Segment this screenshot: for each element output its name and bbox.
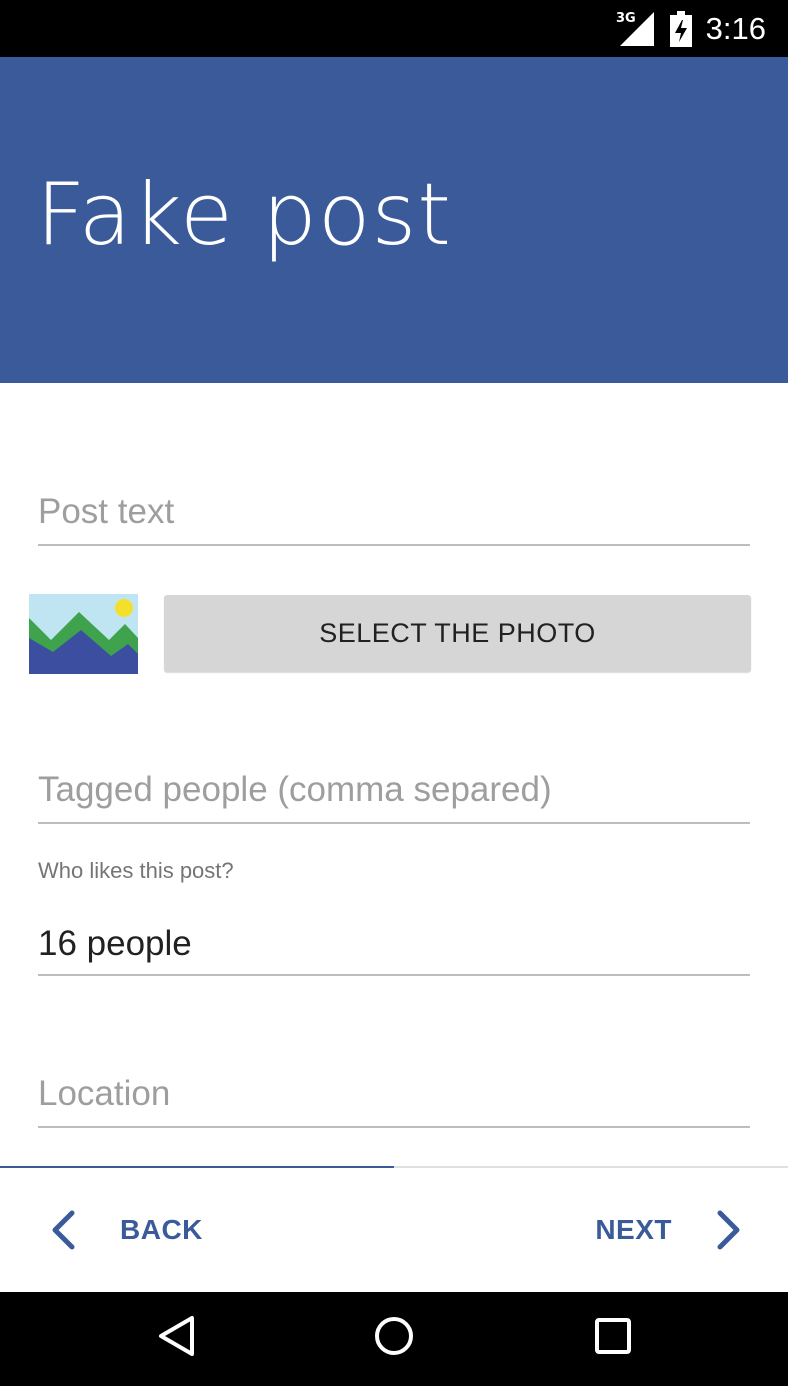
tagged-people-field[interactable]: Tagged people (comma separed) xyxy=(38,766,750,824)
field-underline xyxy=(38,544,750,546)
bottom-nav: BACK NEXT xyxy=(0,1168,788,1292)
field-underline xyxy=(38,1126,750,1128)
tagged-people-placeholder: Tagged people (comma separed) xyxy=(38,770,552,809)
home-circle-icon[interactable] xyxy=(372,1314,416,1358)
select-photo-label: SELECT THE PHOTO xyxy=(319,618,596,648)
page-title: Fake post xyxy=(36,165,452,265)
battery-icon xyxy=(670,11,692,47)
system-nav-bar xyxy=(0,1292,788,1386)
likes-label: Who likes this post? xyxy=(38,858,234,883)
chevron-right-icon xyxy=(717,1210,740,1250)
image-icon xyxy=(29,594,138,674)
post-text-field[interactable]: Post text xyxy=(38,488,750,546)
location-placeholder: Location xyxy=(38,1074,171,1113)
next-button[interactable]: NEXT xyxy=(595,1168,742,1292)
signal-icon xyxy=(620,12,654,46)
recents-square-icon[interactable] xyxy=(594,1314,632,1358)
field-underline xyxy=(38,974,750,976)
next-label: NEXT xyxy=(595,1214,672,1245)
app-header: Fake post xyxy=(0,57,788,383)
status-bar: 3G 3:16 xyxy=(0,0,788,57)
likes-value: 16 people xyxy=(38,924,192,963)
back-button[interactable]: BACK xyxy=(50,1168,203,1292)
select-photo-button[interactable]: SELECT THE PHOTO xyxy=(164,595,751,672)
post-text-placeholder: Post text xyxy=(38,492,175,531)
likes-field[interactable]: 16 people xyxy=(38,920,750,976)
back-label: BACK xyxy=(120,1214,203,1245)
status-time: 3:16 xyxy=(705,11,766,46)
chevron-left-icon xyxy=(52,1210,75,1250)
location-field[interactable]: Location xyxy=(38,1072,750,1128)
back-triangle-icon[interactable] xyxy=(156,1314,196,1358)
field-underline xyxy=(38,822,750,824)
